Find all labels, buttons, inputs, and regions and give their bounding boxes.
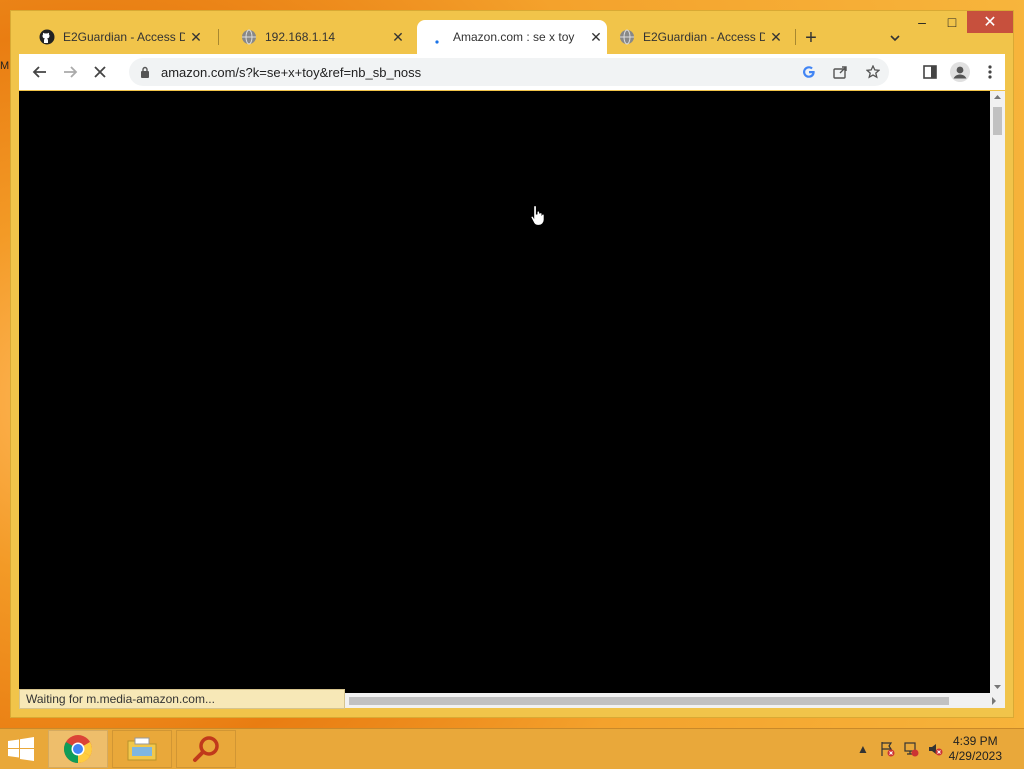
- taskbar-chrome[interactable]: [48, 730, 108, 768]
- hand-cursor-icon: [530, 204, 545, 226]
- kebab-menu-icon: [988, 65, 992, 79]
- tab-title: E2Guardian - Access De: [63, 30, 185, 44]
- chrome-window: – □ ✕ E2Guardian - Access De ✕ 192.168.1…: [10, 10, 1014, 718]
- tab-e2guardian-1[interactable]: E2Guardian - Access De ✕: [27, 20, 207, 54]
- scroll-right-icon[interactable]: [991, 697, 997, 705]
- taskbar-file-explorer[interactable]: [112, 730, 172, 768]
- horizontal-scroll-thumb[interactable]: [349, 697, 949, 705]
- google-lens-icon[interactable]: [793, 58, 825, 86]
- close-tab-icon[interactable]: ✕: [387, 29, 409, 46]
- taskbar-clock[interactable]: 4:39 PM 4/29/2023: [949, 734, 1002, 764]
- status-bubble: Waiting for m.media-amazon.com...: [19, 689, 345, 709]
- close-tab-icon[interactable]: ✕: [585, 29, 607, 46]
- menu-button[interactable]: [975, 57, 1005, 87]
- show-hidden-icons[interactable]: ▲: [854, 741, 872, 757]
- tab-e2guardian-2[interactable]: E2Guardian - Access De ✕: [607, 20, 787, 54]
- tab-title: Amazon.com : se x toy: [453, 30, 575, 44]
- stop-loading-button[interactable]: [85, 57, 115, 87]
- tab-separator: [218, 29, 219, 45]
- address-bar[interactable]: amazon.com/s?k=se+x+toy&ref=nb_sb_noss: [129, 58, 889, 86]
- clock-time: 4:39 PM: [952, 734, 998, 748]
- page-content[interactable]: [19, 91, 990, 693]
- github-icon: [39, 29, 55, 45]
- new-tab-button[interactable]: +: [799, 26, 823, 50]
- action-center-flag-icon[interactable]: [878, 741, 896, 757]
- lock-icon[interactable]: [139, 65, 151, 79]
- start-button[interactable]: [6, 737, 38, 761]
- profile-button[interactable]: [945, 57, 975, 87]
- tab-title: 192.168.1.14: [265, 30, 336, 44]
- address-bar-actions: [793, 58, 889, 86]
- scroll-up-icon[interactable]: [993, 94, 1002, 100]
- loading-icon: [435, 40, 439, 44]
- side-panel-icon: [923, 65, 937, 79]
- close-icon: [94, 66, 106, 78]
- system-tray: ▲: [854, 741, 944, 757]
- desktop-edge-label: M: [0, 60, 10, 72]
- back-button[interactable]: [25, 57, 55, 87]
- scroll-down-icon[interactable]: [993, 684, 1002, 690]
- avatar-icon: [950, 62, 970, 82]
- tab-192-168-1-14[interactable]: 192.168.1.14 ✕: [229, 20, 409, 54]
- chevron-down-icon: [890, 35, 900, 42]
- network-icon[interactable]: [902, 741, 920, 757]
- side-panel-button[interactable]: [915, 57, 945, 87]
- windows-logo-icon: [8, 737, 34, 761]
- vertical-scrollbar[interactable]: [990, 91, 1005, 693]
- forward-button[interactable]: [55, 57, 85, 87]
- magnifier-icon: [193, 736, 219, 762]
- taskbar-search-app[interactable]: [176, 730, 236, 768]
- globe-icon: [620, 29, 634, 45]
- chrome-icon: [64, 735, 92, 763]
- browser-toolbar: amazon.com/s?k=se+x+toy&ref=nb_sb_noss: [19, 54, 1005, 90]
- volume-muted-icon[interactable]: [926, 741, 944, 757]
- toolbar-right: [915, 57, 1005, 87]
- tab-title: E2Guardian - Access De: [643, 30, 765, 44]
- close-tab-icon[interactable]: ✕: [185, 29, 207, 46]
- close-tab-icon[interactable]: ✕: [765, 29, 787, 46]
- vertical-scroll-thumb[interactable]: [993, 107, 1002, 135]
- url-text: amazon.com/s?k=se+x+toy&ref=nb_sb_noss: [161, 64, 422, 80]
- tab-search-button[interactable]: [883, 26, 907, 50]
- windows-taskbar: ▲ 4:39 PM 4/29/2023: [0, 728, 1024, 769]
- share-icon[interactable]: [825, 58, 857, 86]
- folder-icon: [127, 737, 157, 761]
- tab-separator: [795, 29, 796, 45]
- arrow-right-icon: [64, 66, 78, 78]
- tab-strip: E2Guardian - Access De ✕ 192.168.1.14 ✕ …: [19, 20, 1005, 54]
- bookmark-star-icon[interactable]: [857, 58, 889, 86]
- arrow-left-icon: [32, 66, 46, 78]
- globe-icon: [242, 29, 256, 45]
- clock-date: 4/29/2023: [948, 749, 1002, 763]
- tab-amazon-active[interactable]: Amazon.com : se x toy ✕: [417, 20, 607, 54]
